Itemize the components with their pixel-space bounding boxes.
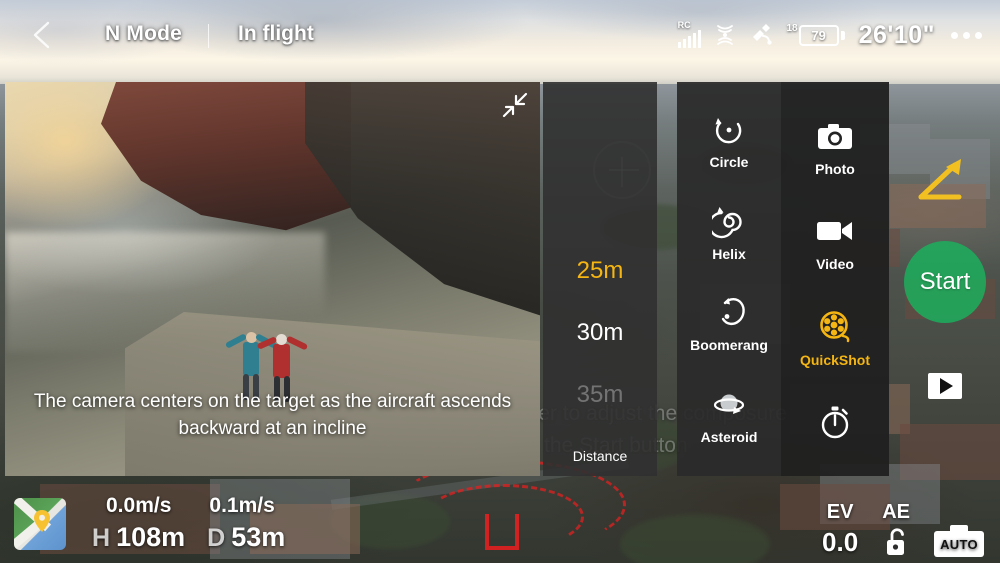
bottom-telemetry-bar: 0.0m/s 0.1m/s H 108m D 53m EV 0.0 AE AUT… <box>0 485 1000 563</box>
distance-panel-label: Distance <box>572 448 628 464</box>
start-button-label: Start <box>919 268 971 295</box>
quickshot-mode-asteroid-label: Asteroid <box>700 428 758 445</box>
quickshot-mode-boomerang[interactable]: Boomerang <box>677 296 781 353</box>
flight-time-label: 26'10" <box>858 20 935 49</box>
ae-lock-setting[interactable]: AE <box>882 499 910 557</box>
camera-mode-video-label: Video <box>816 256 854 273</box>
asteroid-shot-icon <box>710 388 748 422</box>
quickshot-reel-icon <box>818 310 852 344</box>
camera-mode-quickshot-label: QuickShot <box>799 351 870 368</box>
top-status-bar: N Mode In flight RC 18 79 26'10" <box>0 0 1000 70</box>
horizontal-speed-value: 0.0m/s <box>106 494 172 517</box>
map-pin-icon <box>33 509 51 538</box>
more-options-icon[interactable] <box>949 24 984 47</box>
gps-satellite-count: 18 <box>786 22 798 34</box>
telemetry-readout: 0.0m/s 0.1m/s H 108m D 53m <box>92 492 285 555</box>
video-camera-icon <box>815 214 855 248</box>
auto-label: AUTO <box>940 536 978 552</box>
quickshot-preview-panel[interactable]: The camera centers on the target as the … <box>5 82 540 476</box>
battery-icon[interactable]: 79 <box>798 24 845 46</box>
camera-icon <box>816 119 854 153</box>
distance-selector-panel[interactable]: 25m 30m 35m Distance <box>543 82 657 476</box>
quickshot-caption: The camera centers on the target as the … <box>33 391 512 439</box>
distance-option-35m[interactable]: 35m <box>543 364 657 426</box>
camera-mode-quickshot[interactable]: QuickShot <box>800 310 870 368</box>
quickshot-modes-panel[interactable]: Circle Helix Boomerang Asteroid <box>677 82 781 476</box>
camera-mode-timer[interactable] <box>818 405 852 447</box>
boomerang-shot-icon <box>712 296 746 330</box>
unlocked-padlock-icon <box>883 527 909 557</box>
height-key: H <box>92 524 111 552</box>
distance-options: 25m 30m 35m <box>543 240 657 426</box>
hd-transmission-icon[interactable] <box>715 23 735 48</box>
back-chevron-icon[interactable] <box>28 20 54 50</box>
distance-readout: D 53m <box>207 520 285 555</box>
distance-value: 53m <box>231 522 286 552</box>
status-indicators: RC 18 79 26'10" <box>677 0 984 70</box>
battery-tip <box>840 30 845 40</box>
height-value: 108m <box>116 522 186 552</box>
quickshot-mode-asteroid[interactable]: Asteroid <box>677 388 781 445</box>
map-thumbnail-icon[interactable] <box>14 498 66 550</box>
rc-signal-bars-icon[interactable]: RC <box>677 20 701 48</box>
quickshot-mode-circle[interactable]: Circle <box>677 113 781 170</box>
auto-badge-box: AUTO <box>934 531 984 557</box>
ae-label: AE <box>882 501 910 523</box>
helix-shot-icon <box>712 205 746 239</box>
battery-percent: 79 <box>811 27 826 43</box>
distance-option-25m[interactable]: 25m <box>543 240 657 302</box>
quickshot-mode-boomerang-label: Boomerang <box>690 337 768 354</box>
quickshot-mode-circle-label: Circle <box>709 154 749 171</box>
quickshot-mode-helix-label: Helix <box>712 245 746 262</box>
start-button[interactable]: Start <box>904 241 986 323</box>
shrink-arrows-icon[interactable] <box>500 92 528 120</box>
camera-settings-group: EV 0.0 AE AUTO <box>822 499 984 557</box>
height-readout: H 108m <box>92 520 185 555</box>
quickshot-mode-helix[interactable]: Helix <box>677 205 781 262</box>
distance-option-30m[interactable]: 30m <box>543 302 657 364</box>
auto-camera-badge-icon[interactable]: AUTO <box>934 523 984 557</box>
play-icon[interactable] <box>928 373 962 399</box>
gps-satellite-icon[interactable]: 18 <box>749 23 798 48</box>
timer-icon <box>818 405 852 439</box>
flight-mode-label: N Mode <box>105 22 183 45</box>
ev-value: 0.0 <box>822 527 859 557</box>
ev-label: EV <box>826 501 854 523</box>
camera-mode-video[interactable]: Video <box>815 214 855 272</box>
gimbal-angle-arrow-icon[interactable] <box>915 155 969 212</box>
camera-mode-photo[interactable]: Photo <box>815 119 855 177</box>
status-divider <box>208 24 209 48</box>
rc-label: RC <box>677 20 691 30</box>
camera-mode-panel[interactable]: Photo Video QuickShot <box>781 82 889 476</box>
flight-status-label: In flight <box>238 22 314 45</box>
distance-key: D <box>207 524 226 552</box>
ev-setting[interactable]: EV 0.0 <box>822 499 858 557</box>
camera-mode-photo-label: Photo <box>815 160 855 177</box>
vertical-speed-value: 0.1m/s <box>209 494 275 517</box>
circle-shot-icon <box>712 113 746 147</box>
drone-flight-app: Drag with your finger to adjust the comp… <box>0 0 1000 563</box>
